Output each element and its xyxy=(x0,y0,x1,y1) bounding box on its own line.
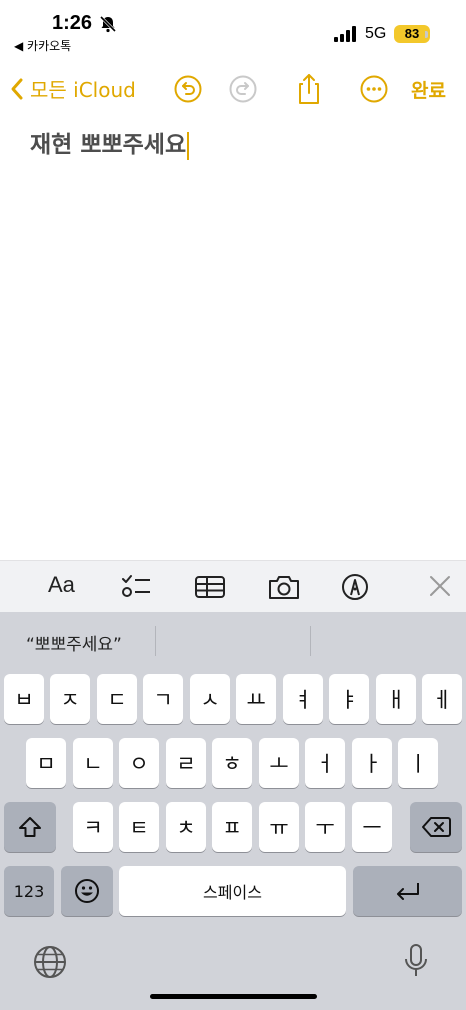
cellular-signal-icon xyxy=(334,26,356,42)
key[interactable]: ㅕ xyxy=(283,674,323,724)
key[interactable]: ㅋ xyxy=(73,802,113,852)
key[interactable]: ㄷ xyxy=(97,674,137,724)
globe-icon[interactable] xyxy=(32,944,68,980)
key[interactable]: ㅡ xyxy=(352,802,392,852)
back-button[interactable]: 모든 iCloud xyxy=(10,74,136,103)
redo-icon[interactable] xyxy=(228,74,258,104)
note-text: 재현 뽀뽀주세요 xyxy=(30,132,187,158)
key[interactable]: ㄴ xyxy=(73,738,113,788)
key[interactable]: ㅐ xyxy=(376,674,416,724)
suggestion-divider xyxy=(310,626,311,656)
key[interactable]: ㅁ xyxy=(26,738,66,788)
return-icon xyxy=(396,883,419,900)
backspace-icon xyxy=(422,817,451,837)
home-indicator xyxy=(150,994,317,999)
emoji-icon xyxy=(75,879,99,903)
note-editor[interactable]: 재현 뽀뽀주세요 xyxy=(30,125,190,160)
key[interactable]: ㅇ xyxy=(119,738,159,788)
key[interactable]: ㅅ xyxy=(190,674,230,724)
key[interactable]: ㅓ xyxy=(305,738,345,788)
more-options-icon[interactable] xyxy=(359,74,389,104)
key[interactable]: ㅣ xyxy=(398,738,438,788)
key[interactable]: ㅊ xyxy=(166,802,206,852)
network-type: 5G xyxy=(365,25,387,42)
key[interactable]: ㄹ xyxy=(166,738,206,788)
close-icon[interactable] xyxy=(428,573,452,601)
return-key[interactable] xyxy=(353,866,462,916)
key[interactable]: ㅂ xyxy=(4,674,44,724)
back-to-app-link[interactable]: ◀ 카카오톡 xyxy=(14,37,71,54)
numbers-key[interactable]: 123 xyxy=(4,866,54,916)
suggestion-bar: “뽀뽀주세요” xyxy=(0,612,466,668)
key[interactable]: ㅎ xyxy=(212,738,252,788)
text-format-button[interactable]: Aa xyxy=(48,572,75,600)
backspace-key[interactable] xyxy=(410,802,462,852)
keyboard: “뽀뽀주세요” ㅂ ㅈ ㄷ ㄱ ㅅ ㅛ ㅕ ㅑ ㅐ ㅔ ㅁ ㄴ ㅇ ㄹ ㅎ ㅗ … xyxy=(0,612,466,1010)
text-caret xyxy=(187,131,190,160)
markup-pen-icon[interactable] xyxy=(341,573,369,601)
back-button-label: 모든 iCloud xyxy=(30,78,136,102)
key[interactable]: ㅌ xyxy=(119,802,159,852)
key[interactable]: ㅍ xyxy=(212,802,252,852)
space-key[interactable]: 스페이스 xyxy=(119,866,346,916)
checklist-icon[interactable] xyxy=(120,573,152,601)
chevron-left-icon xyxy=(11,78,23,99)
camera-icon[interactable] xyxy=(267,573,301,601)
suggestion-item[interactable]: “뽀뽀주세요” xyxy=(26,630,122,655)
suggestion-divider xyxy=(155,626,156,656)
shift-icon xyxy=(19,817,41,837)
key[interactable]: ㄱ xyxy=(143,674,183,724)
done-button[interactable]: 완료 xyxy=(411,76,446,103)
key[interactable]: ㅜ xyxy=(305,802,345,852)
key[interactable]: ㅗ xyxy=(259,738,299,788)
key[interactable]: ㅛ xyxy=(236,674,276,724)
battery-cap xyxy=(425,31,428,38)
key[interactable]: ㅈ xyxy=(50,674,90,724)
bell-muted-icon xyxy=(99,15,117,33)
emoji-key[interactable] xyxy=(61,866,113,916)
key[interactable]: ㅑ xyxy=(329,674,369,724)
undo-icon[interactable] xyxy=(173,74,203,104)
table-icon[interactable] xyxy=(194,573,226,601)
microphone-icon[interactable] xyxy=(402,942,430,980)
shift-key[interactable] xyxy=(4,802,56,852)
status-time: 1:26 xyxy=(52,12,93,34)
share-icon[interactable] xyxy=(294,72,324,106)
status-bar: 1:26 ◀ 카카오톡 5G 83 xyxy=(0,0,466,56)
format-bar: Aa xyxy=(0,560,466,612)
key[interactable]: ㅏ xyxy=(352,738,392,788)
key[interactable]: ㅠ xyxy=(259,802,299,852)
key[interactable]: ㅔ xyxy=(422,674,462,724)
notes-toolbar: 모든 iCloud 완료 xyxy=(0,66,466,114)
